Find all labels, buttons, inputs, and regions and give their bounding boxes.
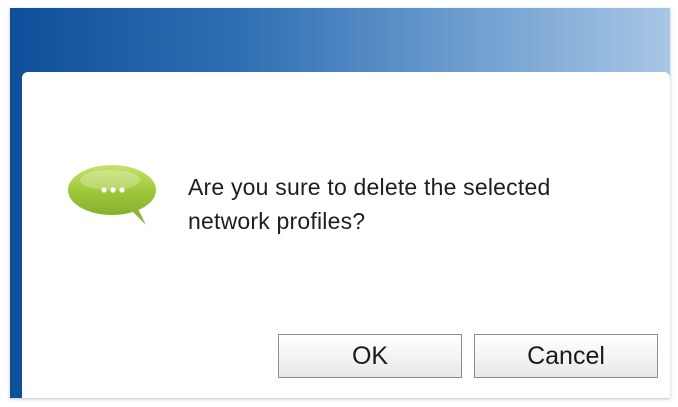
ok-button[interactable]: OK	[278, 334, 462, 378]
dialog-message: Are you sure to delete the selected netw…	[188, 174, 551, 234]
cancel-button[interactable]: Cancel	[474, 334, 658, 378]
speech-bubble-icon	[68, 165, 156, 225]
screen: Are you sure to delete the selected netw…	[0, 0, 678, 407]
